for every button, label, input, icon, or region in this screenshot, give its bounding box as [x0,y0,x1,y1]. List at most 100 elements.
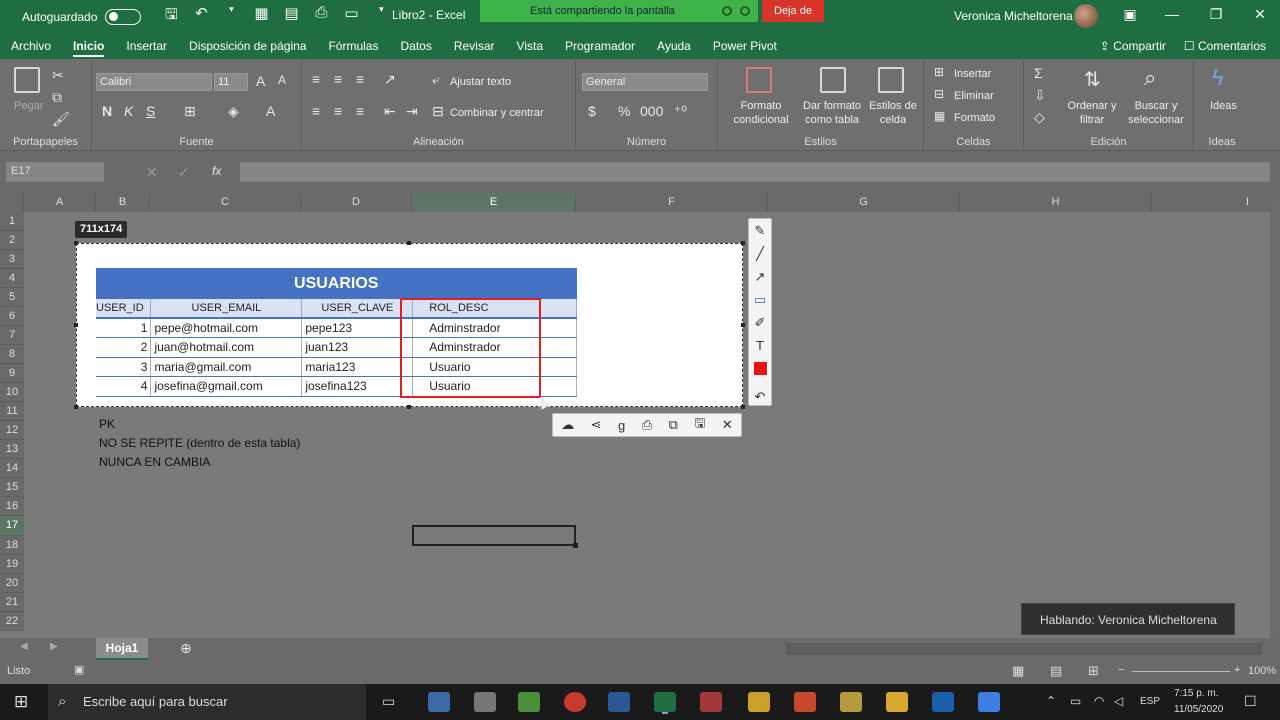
insert-cells-button[interactable]: Insertar [954,67,991,81]
arrow-icon[interactable]: ↗ [749,265,771,288]
print-preview-icon[interactable]: ⎙ [313,4,329,29]
format-as-table-icon[interactable] [820,67,846,93]
resize-handle[interactable] [741,405,745,409]
search-google-icon[interactable]: g [618,418,625,433]
row-header[interactable]: 6 [0,307,24,326]
undo-icon[interactable]: ↶ [193,4,209,29]
zoom-in-icon[interactable]: + [1234,664,1240,676]
app-icon[interactable] [518,692,540,712]
user-name[interactable]: Veronica Micheltorena [954,9,1073,23]
excel-icon[interactable] [654,692,676,712]
outlook-icon[interactable] [932,692,954,712]
column-header-d[interactable]: D [301,193,412,212]
access-icon[interactable] [700,692,722,712]
row-header[interactable]: 17 [0,516,24,536]
macro-record-icon[interactable]: ▣ [74,663,84,676]
copy-icon[interactable]: ⧉ [52,89,62,106]
add-sheet-icon[interactable]: ⊕ [180,640,192,657]
delete-cells-icon[interactable]: ⊟ [934,87,944,101]
print-icon[interactable]: ⎙ [642,417,652,433]
zoom-out-icon[interactable]: − [1118,664,1124,676]
note-no-repeat[interactable]: NO SE REPITE (dentro de esta tabla) [99,436,300,450]
minimize-icon[interactable]: — [1162,6,1182,22]
row-header[interactable]: 5 [0,288,24,307]
row-header[interactable]: 11 [0,402,24,421]
row-header[interactable]: 7 [0,326,24,345]
align-center-icon[interactable]: ≡ [334,103,342,119]
conditional-format-button[interactable]: Formato condicional [726,99,796,127]
app-icon[interactable] [474,692,496,712]
conditional-format-icon[interactable] [746,67,772,93]
app-icon[interactable] [428,692,450,712]
rectangle-icon[interactable]: ▭ [749,288,771,311]
tab-power-pivot[interactable]: Power Pivot [702,33,788,59]
file-explorer-icon[interactable] [886,692,908,712]
tab-archivo[interactable]: Archivo [0,33,62,59]
bold-button[interactable]: N [102,103,112,119]
increase-font-icon[interactable]: A [256,73,265,89]
row-header[interactable]: 21 [0,593,24,612]
vertical-scrollbar[interactable] [1270,193,1280,638]
row-header[interactable]: 15 [0,478,24,497]
customize-qat-icon[interactable]: ▾ [373,4,389,29]
cancel-entry-icon[interactable]: ✕ [146,164,158,181]
resize-handle[interactable] [741,323,745,327]
column-header-e[interactable]: E [412,193,576,212]
column-header-i[interactable]: I [1152,193,1270,212]
decimals-icon[interactable]: ⁺⁰ [674,103,687,120]
app-icon[interactable] [748,692,770,712]
select-all-corner[interactable] [0,193,24,212]
line-icon[interactable]: ╱ [749,242,771,265]
marker-icon[interactable]: ✐ [749,311,771,334]
format-as-table-button[interactable]: Dar formato como tabla [796,99,868,127]
row-header[interactable]: 16 [0,497,24,516]
number-format-select[interactable]: General [582,73,708,91]
lightning-icon[interactable]: ϟ [1212,65,1224,91]
merge-center-button[interactable]: Combinar y centrar [450,106,544,120]
paste-icon[interactable] [14,67,40,93]
delete-cells-button[interactable]: Eliminar [954,89,994,103]
tab-disposicion[interactable]: Disposición de página [178,33,317,59]
grid-icon[interactable]: ▦ [253,4,269,29]
close-icon[interactable]: ✕ [722,417,733,433]
font-size-select[interactable]: 11 [214,73,248,91]
save-icon[interactable]: 🖫 [694,414,705,436]
zoom-slider[interactable] [1132,671,1230,672]
restore-icon[interactable]: ❐ [1206,6,1226,23]
formula-input[interactable] [240,162,1270,182]
ribbon-display-icon[interactable]: ▣ [1120,6,1140,23]
sheet-tab-hoja1[interactable]: Hoja1 [96,638,148,660]
row-header[interactable]: 12 [0,421,24,440]
zoom-level[interactable]: 100% [1248,665,1276,677]
share-icon[interactable]: ⋖ [591,417,602,433]
cell-styles-icon[interactable] [878,67,904,93]
align-top-icon[interactable]: ≡ [312,71,320,87]
align-middle-icon[interactable]: ≡ [334,71,342,87]
format-cells-icon[interactable]: ▦ [934,109,945,123]
color-picker[interactable] [749,362,771,385]
column-header-c[interactable]: C [150,193,301,212]
row-header[interactable]: 13 [0,440,24,459]
row-header[interactable]: 4 [0,269,24,288]
page-break-icon[interactable]: ⊞ [1088,663,1099,679]
autosave-toggle[interactable] [105,8,142,25]
font-name-select[interactable]: Calibri [96,73,212,91]
horizontal-scrollbar[interactable] [786,643,1262,655]
taskbar-search-input[interactable]: ⌕ Escribe aquí para buscar [48,684,366,720]
resize-handle[interactable] [407,405,411,409]
folder-icon[interactable]: ▭ [343,4,359,29]
fill-color-icon[interactable]: ◈ [228,103,239,120]
tab-programador[interactable]: Programador [554,33,646,59]
language-indicator[interactable]: ESP [1140,696,1160,707]
save-icon[interactable]: 🖫 [163,4,179,29]
increase-indent-icon[interactable]: ⇥ [406,103,418,120]
screenshot-selection[interactable]: USUARIOS USER_ID USER_EMAIL USER_CLAVE R… [74,241,745,409]
avatar[interactable] [1074,4,1098,28]
share-pause-icon[interactable] [740,6,750,16]
resize-handle[interactable] [74,323,78,327]
column-header-h[interactable]: H [960,193,1152,212]
chrome-icon[interactable] [564,692,586,712]
tab-datos[interactable]: Datos [389,33,442,59]
name-box[interactable]: E17 [6,162,104,182]
align-left-icon[interactable]: ≡ [312,103,320,119]
